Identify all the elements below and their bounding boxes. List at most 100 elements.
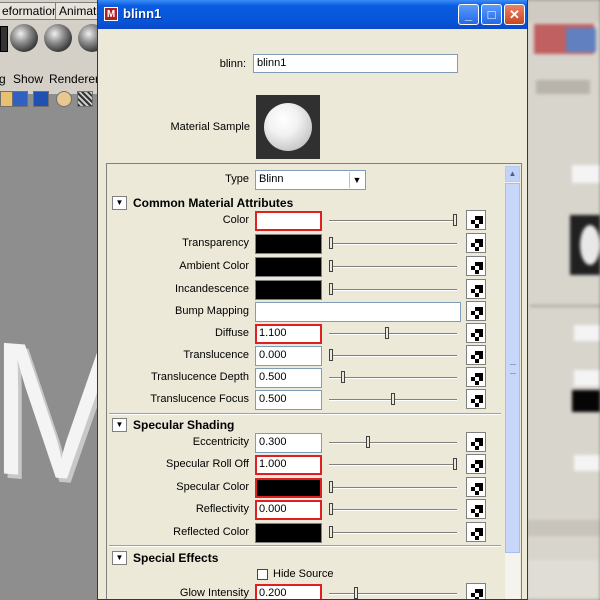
transparency-swatch[interactable] [255, 234, 322, 254]
shelf-sphere-icon[interactable] [10, 24, 38, 52]
shelf-tab-deformation[interactable]: eformation [0, 2, 56, 20]
shelf-sphere-icon[interactable] [44, 24, 72, 52]
incandescence-slider[interactable] [329, 283, 457, 297]
slider-handle[interactable] [341, 371, 346, 383]
shelf-item-icon[interactable] [0, 26, 8, 52]
collapse-arrow-icon[interactable]: ▼ [112, 551, 127, 565]
slider-handle[interactable] [384, 327, 389, 339]
map-texture-button[interactable] [466, 583, 486, 599]
section-title: Special Effects [133, 551, 219, 565]
menu-item[interactable]: g [0, 72, 6, 86]
shading-icon[interactable] [56, 91, 72, 107]
slider-track [329, 509, 457, 511]
map-texture-button[interactable] [466, 522, 486, 542]
section-header-effects[interactable]: ▼ Special Effects [107, 548, 505, 568]
ambient-color-swatch[interactable] [255, 257, 322, 277]
background-attribute-editor [526, 0, 600, 600]
minimize-icon: _ [464, 7, 473, 22]
glow-intensity-slider[interactable] [329, 587, 457, 599]
reflectivity-field[interactable]: 0.000 [255, 500, 322, 520]
map-texture-button[interactable] [466, 233, 486, 253]
translucence-focus-slider[interactable] [329, 393, 457, 407]
material-sample-label: Material Sample [170, 121, 250, 133]
map-texture-button[interactable] [466, 454, 486, 474]
map-texture-button[interactable] [466, 256, 486, 276]
menu-show[interactable]: Show [13, 72, 43, 86]
app-icon[interactable]: M [104, 7, 118, 21]
title-bar[interactable]: M blinn1 _ □ ✕ [98, 0, 527, 29]
attribute-editor-window: M blinn1 _ □ ✕ blinn: blinn1 Material Sa… [97, 0, 528, 600]
specular-color-slider[interactable] [329, 481, 457, 495]
map-texture-button[interactable] [466, 210, 486, 230]
reflectivity-label: Reflectivity [195, 503, 249, 515]
camera-icon[interactable] [33, 91, 49, 107]
map-texture-button[interactable] [466, 499, 486, 519]
map-texture-button[interactable] [466, 345, 486, 365]
wireframe-icon[interactable] [77, 91, 93, 107]
slider-handle[interactable] [329, 349, 333, 361]
slider-handle[interactable] [329, 503, 333, 515]
minimize-button[interactable]: _ [458, 4, 479, 25]
hide-source-checkbox[interactable] [257, 569, 268, 580]
map-texture-button[interactable] [466, 323, 486, 343]
section-header-specular[interactable]: ▼ Specular Shading [107, 415, 505, 435]
color-swatch[interactable] [255, 211, 322, 231]
slider-track [329, 532, 457, 534]
map-texture-button[interactable] [466, 432, 486, 452]
slider-handle[interactable] [329, 283, 333, 295]
node-name-field[interactable]: blinn1 [253, 54, 458, 73]
type-dropdown[interactable]: Blinn ▼ [255, 170, 366, 190]
slider-handle[interactable] [329, 260, 333, 272]
specular-color-swatch[interactable] [255, 478, 322, 498]
map-texture-button[interactable] [466, 279, 486, 299]
diffuse-slider[interactable] [329, 327, 457, 341]
translucence-focus-field[interactable]: 0.500 [255, 390, 322, 410]
slider-handle[interactable] [353, 587, 358, 599]
specular-roll-off-slider[interactable] [329, 458, 457, 472]
color-slider[interactable] [329, 214, 457, 228]
slider-handle[interactable] [453, 214, 457, 226]
slider-track [329, 593, 457, 595]
translucence-depth-slider[interactable] [329, 371, 457, 385]
collapse-arrow-icon[interactable]: ▼ [112, 418, 127, 432]
ambient-color-slider[interactable] [329, 260, 457, 274]
eccentricity-slider[interactable] [329, 436, 457, 450]
section-header-common[interactable]: ▼ Common Material Attributes [107, 193, 505, 213]
eccentricity-field[interactable]: 0.300 [255, 433, 322, 453]
scroll-up-arrow-icon[interactable]: ▲ [505, 166, 520, 182]
translucence-slider[interactable] [329, 349, 457, 363]
slider-handle[interactable] [366, 436, 371, 448]
slider-handle[interactable] [329, 481, 333, 493]
slider-handle[interactable] [453, 458, 457, 470]
close-button[interactable]: ✕ [504, 4, 525, 25]
bump-mapping-field[interactable] [255, 302, 461, 322]
translucence-depth-field[interactable]: 0.500 [255, 368, 322, 388]
transparency-label: Transparency [182, 237, 249, 249]
glow-intensity-field[interactable]: 0.200 [255, 584, 322, 599]
specular-roll-off-field[interactable]: 1.000 [255, 455, 322, 475]
map-texture-button[interactable] [466, 389, 486, 409]
ambient-color-label: Ambient Color [179, 260, 249, 272]
slider-handle[interactable] [329, 237, 333, 249]
reflected-color-swatch[interactable] [255, 523, 322, 543]
map-texture-button[interactable] [466, 301, 486, 321]
window-title: blinn1 [123, 6, 162, 21]
reflectivity-slider[interactable] [329, 503, 457, 517]
scrollbar[interactable]: ▲ [505, 166, 520, 599]
menu-renderer[interactable]: Renderer [49, 72, 99, 86]
transparency-slider[interactable] [329, 237, 457, 251]
incandescence-swatch[interactable] [255, 280, 322, 300]
grid-icon[interactable] [12, 91, 28, 107]
map-texture-button[interactable] [466, 367, 486, 387]
maximize-button[interactable]: □ [481, 4, 502, 25]
hide-source-label: Hide Source [273, 568, 334, 580]
slider-handle[interactable] [329, 526, 333, 538]
scroll-thumb[interactable] [505, 183, 520, 553]
collapse-arrow-icon[interactable]: ▼ [112, 196, 127, 210]
slider-handle[interactable] [391, 393, 395, 405]
diffuse-field[interactable]: 1.100 [255, 324, 322, 344]
translucence-field[interactable]: 0.000 [255, 346, 322, 366]
reflected-color-slider[interactable] [329, 526, 457, 540]
chevron-down-icon: ▼ [349, 172, 364, 188]
map-texture-button[interactable] [466, 477, 486, 497]
